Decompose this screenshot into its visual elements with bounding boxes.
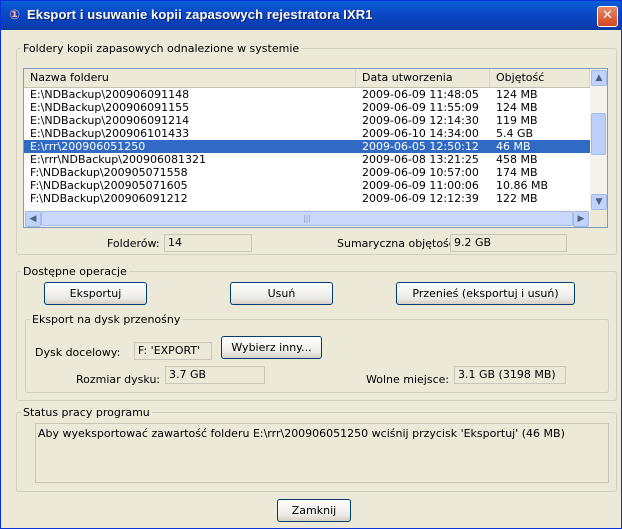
table-row[interactable]: E:\NDBackup\200906091155 2009-06-09 11:55…: [24, 101, 590, 114]
choose-disk-button[interactable]: Wybierz inny...: [221, 336, 322, 359]
removable-disk-group-legend: Eksport na dysk przenośny: [32, 313, 181, 326]
target-disk-field: F: 'EXPORT': [134, 342, 212, 360]
size-cell: 10.86 MB: [496, 179, 549, 192]
app-icon: ①: [9, 8, 21, 23]
folder-name-cell: E:\rrr\NDBackup\200906081321: [30, 153, 206, 166]
arrow-down-icon: ▼: [595, 197, 603, 207]
table-row[interactable]: F:\NDBackup\200905071558 2009-06-09 10:57…: [24, 166, 590, 179]
created-date-cell: 2009-06-08 13:21:25: [362, 153, 479, 166]
created-date-cell: 2009-06-09 12:14:30: [362, 114, 479, 127]
close-window-button[interactable]: ✕: [597, 6, 618, 27]
column-header-created-date[interactable]: Data utworzenia: [356, 69, 490, 87]
horizontal-scroll-thumb[interactable]: |||: [41, 211, 573, 226]
free-space-field: 3.1 GB (3198 MB): [454, 366, 566, 384]
vertical-scroll-thumb[interactable]: [591, 113, 606, 155]
arrow-left-icon: ◀: [29, 214, 37, 224]
scroll-right-button[interactable]: ▶: [573, 211, 589, 227]
column-header-folder-name[interactable]: Nazwa folderu: [24, 69, 356, 87]
folder-name-cell: E:\NDBackup\200906101433: [30, 127, 190, 140]
column-header-size[interactable]: Objętość: [490, 69, 590, 87]
created-date-cell: 2009-06-09 11:00:06: [362, 179, 479, 192]
scroll-up-button[interactable]: ▲: [591, 70, 607, 86]
arrow-right-icon: ▶: [577, 214, 585, 224]
size-cell: 5.4 GB: [496, 127, 534, 140]
folder-name-cell: F:\NDBackup\200906091212: [30, 192, 188, 205]
size-cell: 46 MB: [496, 140, 531, 153]
folders-count-label: Folderów:: [107, 237, 160, 250]
folders-group-legend: Foldery kopii zapasowych odnalezione w s…: [23, 42, 300, 55]
created-date-cell: 2009-06-09 10:57:00: [362, 166, 479, 179]
created-date-cell: 2009-06-10 14:34:00: [362, 127, 479, 140]
created-date-cell: 2009-06-09 11:55:09: [362, 101, 479, 114]
status-group-legend: Status pracy programu: [23, 406, 150, 419]
move-button[interactable]: Przenieś (eksportuj i usuń): [396, 282, 575, 305]
created-date-cell: 2009-06-05 12:50:12: [362, 140, 479, 153]
created-date-cell: 2009-06-09 12:12:39: [362, 192, 479, 205]
size-cell: 458 MB: [496, 153, 538, 166]
operations-group-legend: Dostępne operacje: [23, 265, 127, 278]
arrow-up-icon: ▲: [595, 73, 603, 83]
size-cell: 124 MB: [496, 88, 538, 101]
folder-name-cell: F:\NDBackup\200905071558: [30, 166, 188, 179]
size-cell: 122 MB: [496, 192, 538, 205]
window-title: Eksport i usuwanie kopii zapasowych reje…: [27, 7, 373, 22]
table-row[interactable]: E:\rrr\NDBackup\200906081321 2009-06-08 1…: [24, 153, 590, 166]
listview-header: Nazwa folderu Data utworzenia Objętość: [24, 69, 590, 88]
total-size-field: 9.2 GB: [450, 234, 567, 252]
total-size-label: Sumaryczna objętość:: [337, 237, 459, 250]
horizontal-scrollbar[interactable]: ◀ ||| ▶: [24, 210, 590, 227]
free-space-label: Wolne miejsce:: [366, 373, 450, 386]
size-cell: 124 MB: [496, 101, 538, 114]
created-date-cell: 2009-06-09 11:48:05: [362, 88, 479, 101]
status-message: Aby wyeksportować zawartość folderu E:\r…: [38, 427, 565, 440]
scrollbar-corner: [590, 210, 607, 227]
target-disk-label: Dysk docelowy:: [35, 346, 121, 359]
close-icon: ✕: [602, 8, 613, 23]
table-row[interactable]: E:\NDBackup\200906101433 2009-06-10 14:34…: [24, 127, 590, 140]
delete-button[interactable]: Usuń: [230, 282, 333, 305]
table-row-selected[interactable]: E:\rrr\200906051250 2009-06-05 12:50:12 46…: [24, 140, 590, 153]
table-row[interactable]: F:\NDBackup\200905071605 2009-06-09 11:00…: [24, 179, 590, 192]
table-row[interactable]: E:\NDBackup\200906091148 2009-06-09 11:48…: [24, 88, 590, 101]
table-row[interactable]: E:\NDBackup\200906091214 2009-06-09 12:14…: [24, 114, 590, 127]
folders-count-field: 14: [164, 234, 252, 252]
folders-listview[interactable]: Nazwa folderu Data utworzenia Objętość E…: [23, 68, 608, 228]
scroll-down-button[interactable]: ▼: [591, 194, 607, 210]
backup-export-window: ① Eksport i usuwanie kopii zapasowych re…: [0, 0, 622, 529]
folder-name-cell: E:\NDBackup\200906091148: [30, 88, 190, 101]
disk-size-label: Rozmiar dysku:: [76, 373, 161, 386]
folder-name-cell: E:\NDBackup\200906091155: [30, 101, 190, 114]
scroll-left-button[interactable]: ◀: [25, 211, 41, 227]
title-bar[interactable]: ① Eksport i usuwanie kopii zapasowych re…: [1, 1, 621, 30]
grip-icon: |||: [302, 214, 312, 223]
vertical-scrollbar[interactable]: ▲ ▼: [590, 69, 607, 211]
close-button[interactable]: Zamknij: [277, 499, 351, 522]
size-cell: 174 MB: [496, 166, 538, 179]
disk-size-field: 3.7 GB: [165, 366, 265, 384]
export-button[interactable]: Eksportuj: [44, 282, 147, 305]
table-row[interactable]: F:\NDBackup\200906091212 2009-06-09 12:12…: [24, 192, 590, 205]
folder-name-cell: E:\rrr\200906051250: [30, 140, 146, 153]
folder-name-cell: F:\NDBackup\200905071605: [30, 179, 188, 192]
folder-name-cell: E:\NDBackup\200906091214: [30, 114, 190, 127]
size-cell: 119 MB: [496, 114, 538, 127]
status-message-box: Aby wyeksportować zawartość folderu E:\r…: [35, 423, 609, 483]
